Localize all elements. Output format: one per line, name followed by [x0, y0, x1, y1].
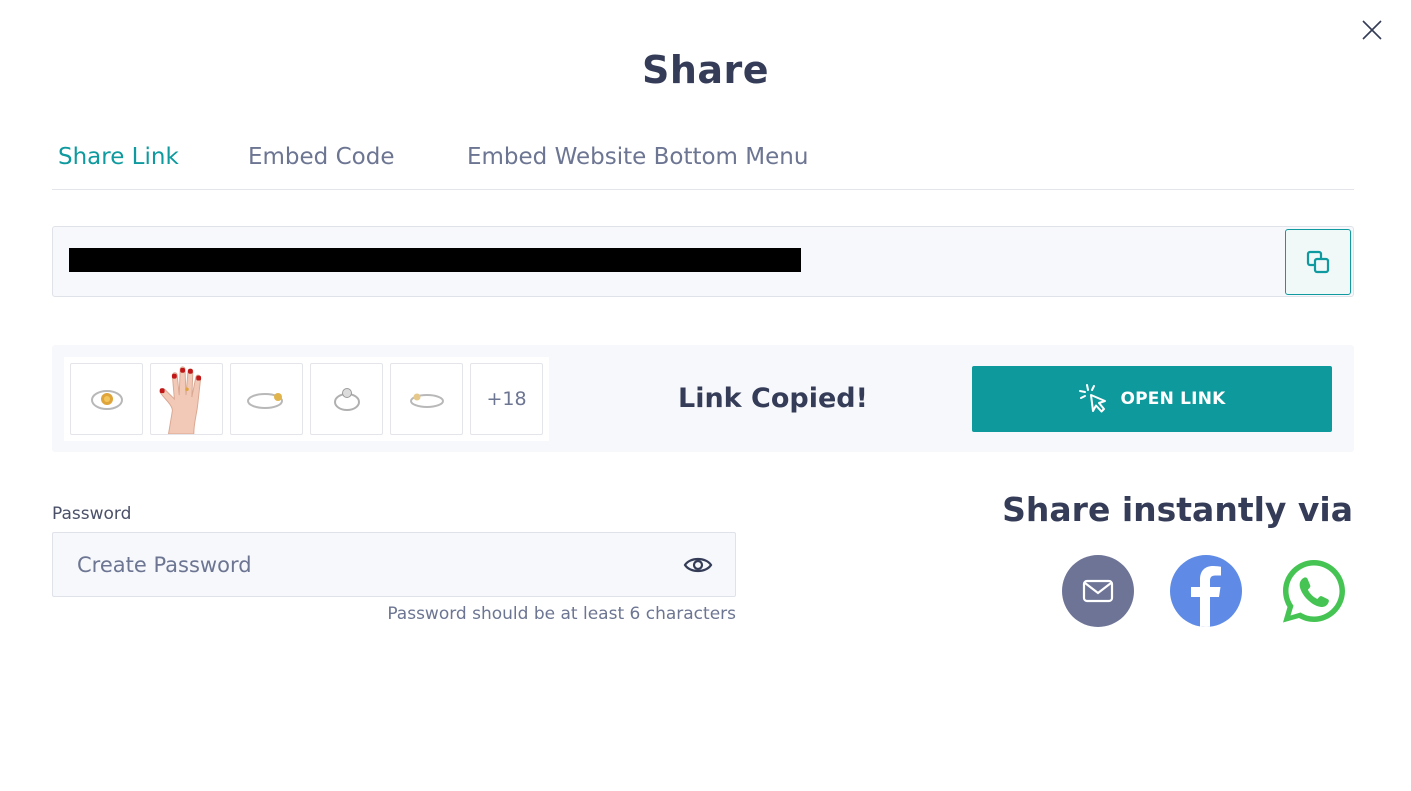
share-link-field[interactable]	[52, 226, 1354, 297]
thumbnail-strip: +18	[64, 357, 549, 441]
hand-image	[159, 366, 202, 434]
copy-icon	[1306, 250, 1330, 274]
thumbnail[interactable]	[230, 363, 303, 435]
tab-share-link[interactable]: Share Link	[58, 144, 179, 170]
dialog-title: Share	[641, 48, 770, 92]
eye-icon	[683, 557, 713, 573]
cursor-click-icon	[1079, 384, 1107, 413]
share-link-url-redacted[interactable]	[69, 248, 801, 272]
ring-image	[90, 390, 123, 410]
tab-embed-code[interactable]: Embed Code	[248, 144, 394, 170]
thumbnail[interactable]	[310, 363, 383, 435]
share-whatsapp-button[interactable]	[1278, 555, 1350, 627]
mail-icon	[1082, 579, 1114, 603]
link-copied-status: Link Copied!	[678, 383, 868, 414]
ring-image	[333, 388, 360, 411]
open-link-button[interactable]: OPEN LINK	[972, 366, 1332, 432]
password-hint: Password should be at least 6 characters	[387, 604, 736, 624]
password-input[interactable]	[53, 533, 673, 596]
tab-embed-website-bottom-menu[interactable]: Embed Website Bottom Menu	[467, 144, 808, 170]
facebook-icon	[1191, 566, 1221, 627]
share-facebook-button[interactable]	[1170, 555, 1242, 627]
thumbnail[interactable]	[390, 363, 463, 435]
share-via-heading: Share instantly via	[1002, 490, 1353, 529]
media-panel: +18 Link Copied! OPEN LINK	[52, 345, 1354, 452]
more-count: +18	[486, 388, 527, 410]
copy-link-button[interactable]	[1285, 229, 1351, 295]
tab-bar: Share Link Embed Code Embed Website Bott…	[52, 138, 1354, 190]
share-email-button[interactable]	[1062, 555, 1134, 627]
thumbnail[interactable]	[150, 363, 223, 435]
more-thumbnails-button[interactable]: +18	[470, 363, 543, 435]
close-button[interactable]	[1358, 16, 1386, 44]
close-icon	[1362, 20, 1382, 40]
password-field-container	[52, 532, 736, 597]
password-label: Password	[52, 504, 132, 524]
whatsapp-icon	[1283, 560, 1345, 623]
toggle-password-visibility-button[interactable]	[683, 552, 713, 578]
open-link-label: OPEN LINK	[1120, 389, 1226, 409]
ring-image	[409, 393, 444, 408]
ring-image	[246, 393, 283, 409]
thumbnail[interactable]	[70, 363, 143, 435]
